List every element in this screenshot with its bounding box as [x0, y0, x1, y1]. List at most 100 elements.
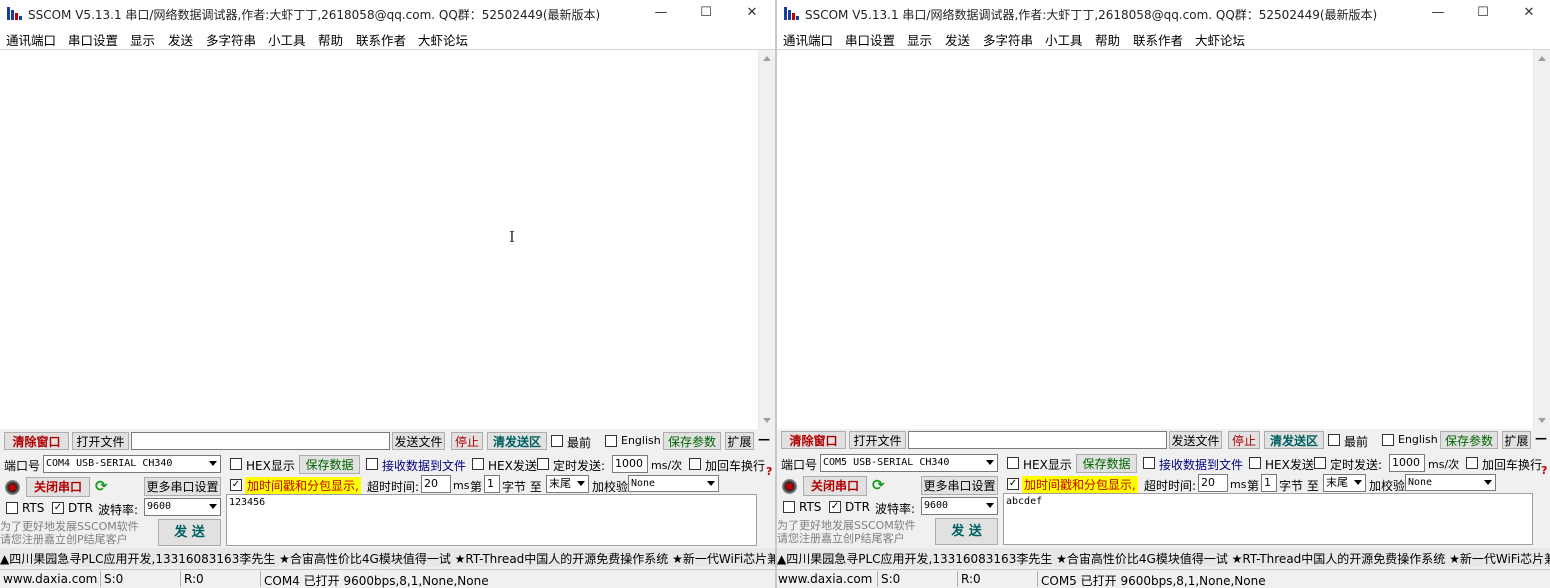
close-port-button[interactable]: 关闭串口 [26, 477, 90, 497]
scroll-down-icon[interactable] [1538, 418, 1546, 423]
topmost-checkbox[interactable] [1328, 434, 1340, 446]
receive-area[interactable] [777, 49, 1550, 429]
menu-send[interactable]: 发送 [168, 30, 193, 49]
scroll-up-icon[interactable] [1538, 56, 1546, 61]
expand-button[interactable]: 扩展 [725, 432, 754, 450]
hex-display-checkbox[interactable] [230, 458, 242, 470]
stop-button[interactable]: 停止 [451, 432, 483, 450]
send-file-button[interactable]: 发送文件 [1169, 431, 1222, 449]
save-params-button[interactable]: 保存参数 [1440, 431, 1498, 449]
help-icon[interactable]: ? [1541, 464, 1547, 477]
clear-window-button[interactable]: 清除窗口 [781, 431, 846, 449]
timed-send-checkbox[interactable] [537, 458, 549, 470]
packet-start-input[interactable]: 1 [1261, 474, 1277, 492]
menu-display[interactable]: 显示 [907, 30, 932, 49]
packet-start-input[interactable]: 1 [484, 475, 500, 493]
menu-help[interactable]: 帮助 [1095, 30, 1120, 49]
clear-send-button[interactable]: 清发送区 [1264, 431, 1324, 449]
open-file-button[interactable]: 打开文件 [72, 432, 129, 450]
checksum-select[interactable]: None [628, 475, 719, 492]
baud-select[interactable]: 9600 [144, 498, 221, 516]
file-path-input[interactable] [131, 432, 390, 450]
scroll-down-icon[interactable] [763, 418, 771, 423]
checksum-select[interactable]: None [1405, 474, 1496, 491]
menu-multi-string[interactable]: 多字符串 [983, 30, 1033, 49]
file-path-input[interactable] [908, 431, 1167, 449]
rts-checkbox[interactable] [783, 501, 795, 513]
interval-input[interactable]: 1000 [1389, 454, 1425, 472]
menu-help[interactable]: 帮助 [318, 30, 343, 49]
save-data-button[interactable]: 保存数据 [299, 455, 360, 474]
recv-to-file-checkbox[interactable] [366, 458, 378, 470]
menu-serial-settings[interactable]: 串口设置 [68, 30, 118, 49]
hex-send-checkbox[interactable] [1249, 457, 1261, 469]
refresh-icon[interactable]: ⟳ [95, 477, 108, 495]
send-file-button[interactable]: 发送文件 [392, 432, 445, 450]
timeout-input[interactable]: 20 [1198, 474, 1228, 492]
help-icon[interactable]: ? [766, 465, 772, 478]
scroll-up-icon[interactable] [763, 56, 771, 61]
menu-contact[interactable]: 联系作者 [356, 30, 406, 49]
open-file-button[interactable]: 打开文件 [849, 431, 906, 449]
ad-ticker[interactable]: ▲四川果园急寻PLC应用开发,13316083163李先生 ★合宙高性价比4G模… [777, 548, 1550, 567]
timestamp-checkbox[interactable]: ✓ [230, 479, 242, 491]
expand-button[interactable]: 扩展 [1502, 431, 1531, 449]
end-select[interactable]: 末尾 [1323, 474, 1366, 492]
rts-checkbox[interactable] [6, 502, 18, 514]
receive-scrollbar[interactable] [1533, 50, 1550, 429]
baud-select[interactable]: 9600 [921, 497, 998, 515]
menu-forum[interactable]: 大虾论坛 [1195, 30, 1245, 49]
append-crlf-checkbox[interactable] [689, 458, 701, 470]
port-select[interactable]: COM5 USB-SERIAL CH340 [820, 454, 998, 472]
maximize-button[interactable]: ☐ [1468, 3, 1498, 23]
timeout-input[interactable]: 20 [421, 475, 451, 493]
english-checkbox[interactable] [1382, 434, 1394, 446]
end-select[interactable]: 末尾 [546, 475, 589, 493]
refresh-icon[interactable]: ⟳ [872, 476, 885, 494]
timestamp-checkbox[interactable]: ✓ [1007, 478, 1019, 490]
status-site[interactable]: www.daxia.com [3, 572, 97, 586]
menu-send[interactable]: 发送 [945, 30, 970, 49]
collapse-button[interactable]: — [1535, 431, 1547, 445]
menu-tools[interactable]: 小工具 [268, 30, 306, 49]
menu-multi-string[interactable]: 多字符串 [206, 30, 256, 49]
hex-display-checkbox[interactable] [1007, 457, 1019, 469]
receive-area[interactable]: I [0, 49, 775, 429]
menu-comm-port[interactable]: 通讯端口 [6, 30, 56, 49]
stop-button[interactable]: 停止 [1228, 431, 1260, 449]
minimize-button[interactable]: — [1423, 3, 1453, 23]
topmost-checkbox[interactable] [551, 435, 563, 447]
interval-input[interactable]: 1000 [612, 455, 648, 473]
menu-serial-settings[interactable]: 串口设置 [845, 30, 895, 49]
menu-comm-port[interactable]: 通讯端口 [783, 30, 833, 49]
maximize-button[interactable]: ☐ [691, 3, 721, 23]
receive-scrollbar[interactable] [758, 50, 775, 429]
collapse-button[interactable]: — [758, 432, 770, 446]
recv-to-file-checkbox[interactable] [1143, 457, 1155, 469]
save-data-button[interactable]: 保存数据 [1076, 454, 1137, 473]
send-input[interactable]: 123456 [226, 494, 757, 546]
clear-window-button[interactable]: 清除窗口 [4, 432, 69, 450]
dtr-checkbox[interactable]: ✓ [52, 502, 64, 514]
menu-contact[interactable]: 联系作者 [1133, 30, 1183, 49]
clear-send-button[interactable]: 清发送区 [487, 432, 547, 450]
english-checkbox[interactable] [605, 435, 617, 447]
port-select[interactable]: COM4 USB-SERIAL CH340 [43, 455, 221, 473]
send-button[interactable]: 发 送 [158, 519, 221, 546]
close-button[interactable]: ✕ [737, 3, 767, 23]
menu-tools[interactable]: 小工具 [1045, 30, 1083, 49]
ad-ticker[interactable]: ▲四川果园急寻PLC应用开发,13316083163李先生 ★合宙高性价比4G模… [0, 548, 775, 567]
close-port-button[interactable]: 关闭串口 [803, 476, 867, 496]
menu-forum[interactable]: 大虾论坛 [418, 30, 468, 49]
close-button[interactable]: ✕ [1514, 3, 1544, 23]
dtr-checkbox[interactable]: ✓ [829, 501, 841, 513]
status-site[interactable]: www.daxia.com [778, 572, 872, 586]
save-params-button[interactable]: 保存参数 [663, 432, 721, 450]
append-crlf-checkbox[interactable] [1466, 457, 1478, 469]
minimize-button[interactable]: — [646, 3, 676, 23]
hex-send-checkbox[interactable] [472, 458, 484, 470]
more-settings-button[interactable]: 更多串口设置 [144, 477, 221, 496]
send-button[interactable]: 发 送 [935, 518, 998, 545]
menu-display[interactable]: 显示 [130, 30, 155, 49]
more-settings-button[interactable]: 更多串口设置 [921, 476, 998, 495]
